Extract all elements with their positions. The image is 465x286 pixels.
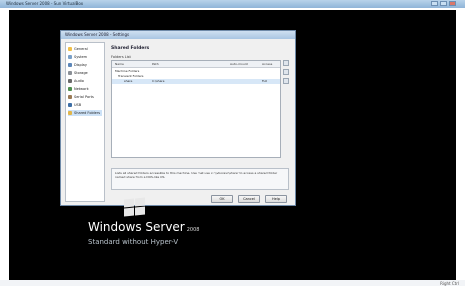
minimize-icon[interactable]	[431, 1, 438, 6]
column-path[interactable]: Path	[152, 61, 159, 67]
nav-item-storage[interactable]: Storage	[68, 70, 88, 76]
windows-server-logo: Windows Server 2008 Standard without Hype…	[84, 197, 234, 258]
product-name: Windows Server 2008	[88, 220, 200, 234]
storage-icon	[68, 71, 72, 75]
general-icon	[68, 47, 72, 51]
serial-port-icon	[68, 95, 72, 99]
cancel-button[interactable]: Cancel	[238, 195, 260, 203]
nav-item-serial-ports[interactable]: Serial Ports	[68, 94, 94, 100]
shared-folders-panel: Shared Folders Folders List Name Path Au…	[109, 42, 293, 190]
list-header: Name Path Auto-mount Access	[112, 61, 280, 68]
windows-flag-icon	[124, 197, 146, 217]
host-key-label: Right Ctrl	[440, 281, 459, 286]
folder-icon	[68, 111, 72, 115]
audio-icon	[68, 79, 72, 83]
nav-item-shared-folders[interactable]: Shared Folders	[68, 110, 102, 116]
vm-display[interactable]: Windows Server 2008 - Settings General S…	[9, 10, 456, 280]
nav-item-display[interactable]: Display	[68, 62, 87, 68]
nav-item-general[interactable]: General	[68, 46, 88, 52]
settings-dialog: Windows Server 2008 - Settings General S…	[60, 30, 296, 206]
status-bar: Right Ctrl	[0, 280, 465, 286]
close-icon[interactable]	[449, 1, 456, 6]
info-text: Lists all shared folders accessible to t…	[111, 168, 289, 190]
section-title: Shared Folders	[111, 46, 150, 51]
product-edition: Standard without Hyper-V	[88, 238, 179, 246]
list-item[interactable]: share C:\share Full	[112, 79, 280, 84]
list-actions	[283, 60, 291, 87]
dialog-titlebar: Windows Server 2008 - Settings	[61, 31, 295, 39]
dialog-title: Windows Server 2008 - Settings	[65, 32, 130, 37]
network-icon	[68, 87, 72, 91]
add-folder-icon[interactable]	[283, 60, 289, 66]
maximize-icon[interactable]	[440, 1, 447, 6]
nav-item-system[interactable]: System	[68, 54, 87, 60]
folders-list-label: Folders List	[111, 55, 131, 59]
remove-folder-icon[interactable]	[283, 78, 289, 84]
edit-folder-icon[interactable]	[283, 69, 289, 75]
system-icon	[68, 55, 72, 59]
shared-folders-list[interactable]: Name Path Auto-mount Access Machine Fold…	[111, 60, 281, 158]
window-title: Windows Server 2008 - Sun VirtualBox	[6, 1, 84, 6]
column-access[interactable]: Access	[262, 61, 272, 67]
display-icon	[68, 63, 72, 67]
help-button[interactable]: Help	[265, 195, 287, 203]
nav-item-audio[interactable]: Audio	[68, 78, 84, 84]
window-titlebar: Windows Server 2008 - Sun VirtualBox	[0, 0, 465, 8]
column-auto-mount[interactable]: Auto-mount	[230, 61, 248, 67]
usb-icon	[68, 103, 72, 107]
settings-nav: General System Display Storage Audio Net…	[65, 42, 105, 202]
nav-item-network[interactable]: Network	[68, 86, 89, 92]
nav-item-usb[interactable]: USB	[68, 102, 81, 108]
product-version: 2008	[186, 227, 200, 233]
column-name[interactable]: Name	[115, 61, 124, 67]
